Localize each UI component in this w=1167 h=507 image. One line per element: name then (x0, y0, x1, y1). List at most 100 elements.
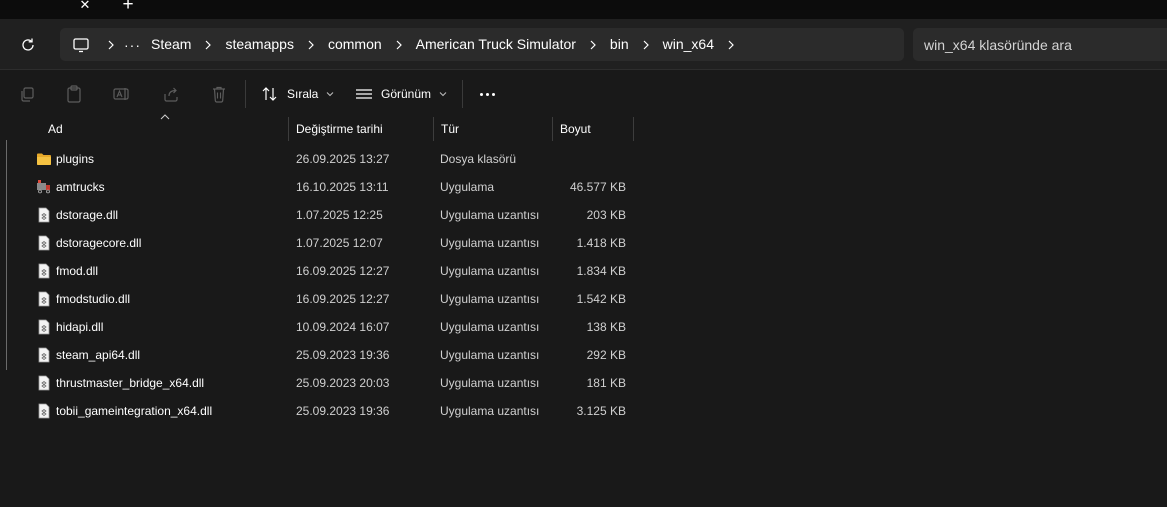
toolbar-divider (462, 80, 463, 108)
file-row[interactable]: fmodstudio.dll 16.09.2025 12:27 Uygulama… (0, 285, 640, 313)
column-size[interactable]: Boyut (554, 117, 633, 141)
this-pc-button[interactable] (64, 28, 98, 61)
file-type: Uygulama uzantısı (440, 208, 540, 222)
file-size: 138 KB (586, 320, 626, 334)
chevron-right-icon[interactable] (633, 28, 659, 61)
refresh-icon (22, 38, 34, 51)
chevron-right-icon[interactable] (718, 28, 744, 61)
file-type: Uygulama uzantısı (440, 404, 540, 418)
crumb-steamapps[interactable]: steamapps (221, 28, 297, 61)
search-input[interactable] (913, 28, 1153, 61)
more-options-button[interactable] (475, 80, 499, 108)
dot (491, 92, 495, 96)
paste-button[interactable] (63, 83, 85, 105)
file-type: Uygulama uzantısı (440, 264, 540, 278)
file-row[interactable]: dstoragecore.dll 1.07.2025 12:07 Uygulam… (0, 229, 640, 257)
breadcrumb: ··· Steam steamapps common American Truc… (60, 28, 744, 61)
chevron-right-icon[interactable] (298, 28, 324, 61)
file-date: 25.09.2023 20:03 (296, 376, 390, 390)
file-size: 1.542 KB (576, 292, 626, 306)
file-size: 181 KB (586, 376, 626, 390)
file-size: 1.834 KB (576, 264, 626, 278)
file-row[interactable]: tobii_gameintegration_x64.dll 25.09.2023… (0, 397, 640, 425)
file-row[interactable]: amtrucks 16.10.2025 13:11 Uygulama 46.57… (0, 173, 640, 201)
view-button[interactable]: Görünüm (355, 80, 447, 108)
crumb-common[interactable]: common (324, 28, 386, 61)
address-bar[interactable]: ··· Steam steamapps common American Truc… (60, 28, 904, 61)
new-tab-button[interactable]: + (114, 0, 142, 19)
file-name: fmod.dll (56, 264, 99, 278)
navigation-pane-scrollbar[interactable] (6, 140, 7, 370)
file-type: Uygulama uzantısı (440, 320, 540, 334)
file-size: 46.577 KB (569, 180, 626, 194)
file-row[interactable]: plugins 26.09.2025 13:27 Dosya klasörü (0, 145, 640, 173)
chevron-right-icon[interactable] (195, 28, 221, 61)
file-type: Dosya klasörü (440, 152, 517, 166)
sort-icon (262, 87, 277, 101)
chevron-right-icon[interactable] (386, 28, 412, 61)
file-row[interactable]: thrustmaster_bridge_x64.dll 25.09.2023 2… (0, 369, 640, 397)
file-type: Uygulama (440, 180, 495, 194)
file-date: 16.09.2025 12:27 (296, 292, 390, 306)
file-date: 25.09.2023 19:36 (296, 348, 390, 362)
file-list: Ad Değiştirme tarihi Tür Boyut plugins 2… (0, 114, 1167, 507)
column-divider[interactable] (433, 117, 434, 141)
hidden-crumbs-button[interactable]: ··· (124, 31, 147, 59)
view-label: Görünüm (381, 87, 432, 101)
share-button[interactable] (160, 83, 182, 105)
rename-icon (113, 88, 129, 100)
dll-file-icon (38, 403, 50, 419)
file-row[interactable]: steam_api64.dll 25.09.2023 19:36 Uygulam… (0, 341, 640, 369)
rename-button[interactable] (111, 83, 133, 105)
refresh-button[interactable] (17, 34, 39, 56)
folder-icon (37, 153, 51, 165)
copy-icon (21, 87, 34, 102)
file-row[interactable]: hidapi.dll 10.09.2024 16:07 Uygulama uza… (0, 313, 640, 341)
crumb-bin[interactable]: bin (606, 28, 633, 61)
file-type: Uygulama uzantısı (440, 292, 540, 306)
dll-file-icon (38, 207, 50, 223)
file-name: tobii_gameintegration_x64.dll (56, 404, 213, 418)
dll-file-icon (38, 319, 50, 335)
file-size: 1.418 KB (576, 236, 626, 250)
chevron-down-icon (326, 92, 334, 97)
crumb-steam[interactable]: Steam (147, 28, 195, 61)
file-size: 203 KB (586, 208, 626, 222)
close-icon: ✕ (79, 0, 91, 12)
file-row[interactable]: fmod.dll 16.09.2025 12:27 Uygulama uzant… (0, 257, 640, 285)
file-size: 3.125 KB (576, 404, 626, 418)
column-name[interactable]: Ad (42, 117, 288, 141)
column-divider[interactable] (288, 117, 289, 141)
close-tab-button[interactable]: ✕ (71, 0, 99, 19)
file-row[interactable]: dstorage.dll 1.07.2025 12:25 Uygulama uz… (0, 201, 640, 229)
truck-app-icon (37, 180, 50, 194)
chevron-right-icon[interactable] (580, 28, 606, 61)
search-box (913, 28, 1167, 61)
copy-button[interactable] (16, 83, 38, 105)
delete-button[interactable] (208, 83, 230, 105)
trash-icon (213, 86, 225, 103)
file-name: dstoragecore.dll (56, 236, 142, 250)
column-divider[interactable] (552, 117, 553, 141)
column-type[interactable]: Tür (435, 117, 552, 141)
crumb-american-truck-simulator[interactable]: American Truck Simulator (412, 28, 580, 61)
file-date: 25.09.2023 19:36 (296, 404, 390, 418)
column-divider[interactable] (633, 117, 634, 141)
plus-icon: + (122, 0, 134, 15)
dll-file-icon (38, 291, 50, 307)
toolbar-divider (245, 80, 246, 108)
crumb-win-x64[interactable]: win_x64 (659, 28, 718, 61)
file-size: 292 KB (586, 348, 626, 362)
file-name: thrustmaster_bridge_x64.dll (56, 376, 205, 390)
command-bar: Sırala Görünüm (0, 69, 1167, 117)
dot (485, 92, 489, 96)
chevron-right-icon[interactable] (98, 28, 124, 61)
dot (479, 92, 483, 96)
view-list-icon (356, 89, 372, 99)
sort-button[interactable]: Sırala (261, 80, 334, 108)
file-size (556, 145, 626, 173)
dll-file-icon (38, 375, 50, 391)
file-date: 16.10.2025 13:11 (296, 180, 389, 194)
column-date[interactable]: Değiştirme tarihi (290, 117, 433, 141)
sort-label: Sırala (287, 87, 319, 101)
